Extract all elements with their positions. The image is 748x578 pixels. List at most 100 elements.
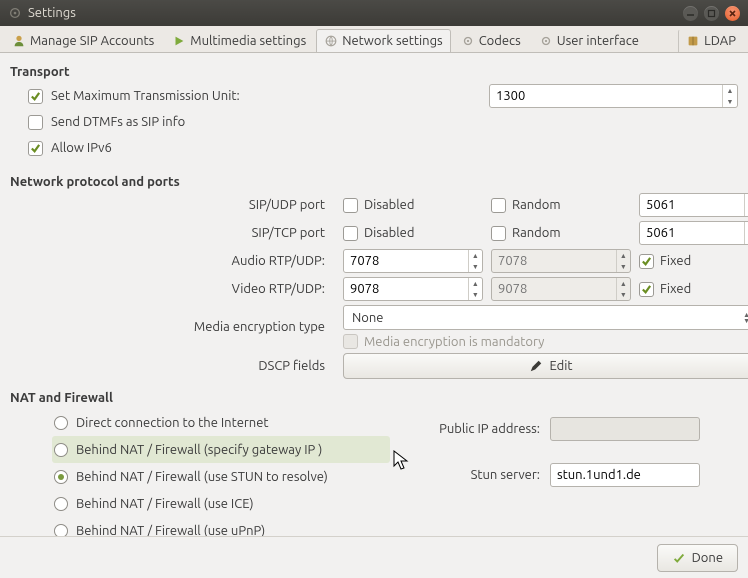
network-icon [324, 34, 338, 48]
stun-server-input[interactable] [550, 463, 700, 487]
window-controls [683, 6, 740, 21]
tab-label: LDAP [704, 34, 736, 48]
sip-tcp-port-spinbox[interactable]: ▲▼ [639, 221, 748, 245]
video-rtp-label: Video RTP/UDP: [10, 282, 335, 296]
video-port-2-spinbox: ▲▼ [491, 277, 631, 301]
spin-up-icon[interactable]: ▲ [469, 278, 482, 289]
disabled-label: Disabled [364, 198, 414, 212]
video-port-spinbox[interactable]: ▲▼ [343, 277, 483, 301]
sip-udp-random-checkbox[interactable] [491, 198, 506, 213]
fixed-label: Fixed [660, 254, 691, 268]
mtu-checkbox[interactable] [28, 89, 43, 104]
audio-rtp-label: Audio RTP/UDP: [10, 254, 335, 268]
sip-udp-label: SIP/UDP port [10, 198, 335, 212]
combo-arrows-icon: ▲▼ [743, 312, 748, 324]
tab-multimedia[interactable]: Multimedia settings [164, 29, 314, 52]
random-label: Random [512, 226, 561, 240]
tab-codecs[interactable]: Codecs [453, 29, 529, 52]
tabs-bar: Manage SIP Accounts Multimedia settings … [0, 26, 748, 53]
dscp-label: DSCP fields [10, 359, 335, 373]
done-button[interactable]: Done [657, 544, 738, 572]
public-ip-input [550, 417, 700, 441]
window-title: Settings [28, 6, 683, 20]
close-button[interactable] [725, 6, 740, 21]
settings-icon [8, 6, 22, 20]
public-ip-label: Public IP address: [410, 422, 540, 436]
sip-tcp-port-input[interactable] [640, 222, 744, 244]
section-transport: Transport [10, 65, 738, 79]
mtu-input[interactable] [490, 85, 722, 107]
gear-icon [539, 34, 553, 48]
dscp-edit-button[interactable]: Edit [343, 353, 748, 379]
ipv6-label: Allow IPv6 [51, 141, 112, 155]
nat-direct-radio[interactable]: Direct connection to the Internet [52, 409, 390, 436]
nat-ice-radio[interactable]: Behind NAT / Firewall (use ICE) [52, 490, 390, 517]
tab-label: Codecs [479, 34, 521, 48]
nat-gateway-radio[interactable]: Behind NAT / Firewall (specify gateway I… [52, 436, 390, 463]
media-encryption-label: Media encryption type [10, 320, 335, 334]
nat-stun-radio[interactable]: Behind NAT / Firewall (use STUN to resol… [52, 463, 390, 490]
audio-fixed-checkbox[interactable] [639, 254, 654, 269]
section-nat: NAT and Firewall [10, 391, 738, 405]
tab-manage-sip[interactable]: Manage SIP Accounts [4, 29, 162, 52]
edit-label: Edit [549, 359, 572, 373]
play-icon [172, 34, 186, 48]
spin-up-icon[interactable]: ▲ [469, 250, 482, 261]
audio-port-input[interactable] [344, 250, 468, 272]
done-label: Done [692, 551, 723, 565]
stun-server-label: Stun server: [410, 468, 540, 482]
content-area: Transport Set Maximum Transmission Unit:… [0, 53, 748, 548]
tab-label: Manage SIP Accounts [30, 34, 154, 48]
sip-tcp-random-checkbox[interactable] [491, 226, 506, 241]
radio-label: Direct connection to the Internet [76, 416, 269, 430]
video-port-input[interactable] [344, 278, 468, 300]
sip-udp-port-input[interactable] [640, 194, 744, 216]
video-port-2-input [492, 278, 616, 300]
gear-icon [461, 34, 475, 48]
radio-label: Behind NAT / Firewall (specify gateway I… [76, 443, 322, 457]
combo-value: None [352, 311, 384, 325]
audio-port-spinbox[interactable]: ▲▼ [343, 249, 483, 273]
tab-network[interactable]: Network settings [316, 29, 450, 52]
sip-udp-disabled-checkbox[interactable] [343, 198, 358, 213]
sip-tcp-label: SIP/TCP port [10, 226, 335, 240]
maximize-button[interactable] [704, 6, 719, 21]
spin-up-icon: ▲ [617, 278, 630, 289]
mtu-spinbox[interactable]: ▲▼ [489, 84, 738, 108]
media-encryption-combo[interactable]: None ▲▼ [343, 305, 748, 330]
tab-label: Multimedia settings [190, 34, 306, 48]
video-fixed-checkbox[interactable] [639, 282, 654, 297]
checkmark-icon [672, 551, 686, 565]
audio-port-2-spinbox: ▲▼ [491, 249, 631, 273]
random-label: Random [512, 198, 561, 212]
person-icon [12, 34, 26, 48]
disabled-label: Disabled [364, 226, 414, 240]
spin-down-icon[interactable]: ▼ [469, 261, 482, 272]
ipv6-checkbox[interactable] [28, 141, 43, 156]
book-icon [686, 34, 700, 48]
spin-down-icon[interactable]: ▼ [723, 96, 737, 107]
dtmf-checkbox[interactable] [28, 115, 43, 130]
spin-down-icon[interactable]: ▼ [469, 289, 482, 300]
tab-ldap[interactable]: LDAP [678, 29, 744, 52]
spin-up-icon[interactable]: ▲ [723, 85, 737, 96]
audio-port-2-input [492, 250, 616, 272]
spin-down-icon: ▼ [617, 289, 630, 300]
radio-label: Behind NAT / Firewall (use STUN to resol… [76, 470, 328, 484]
tab-label: Network settings [342, 34, 442, 48]
footer: Done [0, 536, 748, 578]
mandatory-label: Media encryption is mandatory [364, 335, 544, 349]
radio-label: Behind NAT / Firewall (use ICE) [76, 497, 254, 511]
dtmf-label: Send DTMFs as SIP info [51, 115, 185, 129]
pencil-icon [529, 359, 543, 373]
mtu-label: Set Maximum Transmission Unit: [51, 89, 481, 103]
section-protocol: Network protocol and ports [10, 175, 738, 189]
tab-ui[interactable]: User interface [531, 29, 647, 52]
tab-label: User interface [557, 34, 639, 48]
sip-tcp-disabled-checkbox[interactable] [343, 226, 358, 241]
spin-up-icon: ▲ [617, 250, 630, 261]
fixed-label: Fixed [660, 282, 691, 296]
media-mandatory-checkbox [343, 334, 358, 349]
minimize-button[interactable] [683, 6, 698, 21]
sip-udp-port-spinbox[interactable]: ▲▼ [639, 193, 748, 217]
